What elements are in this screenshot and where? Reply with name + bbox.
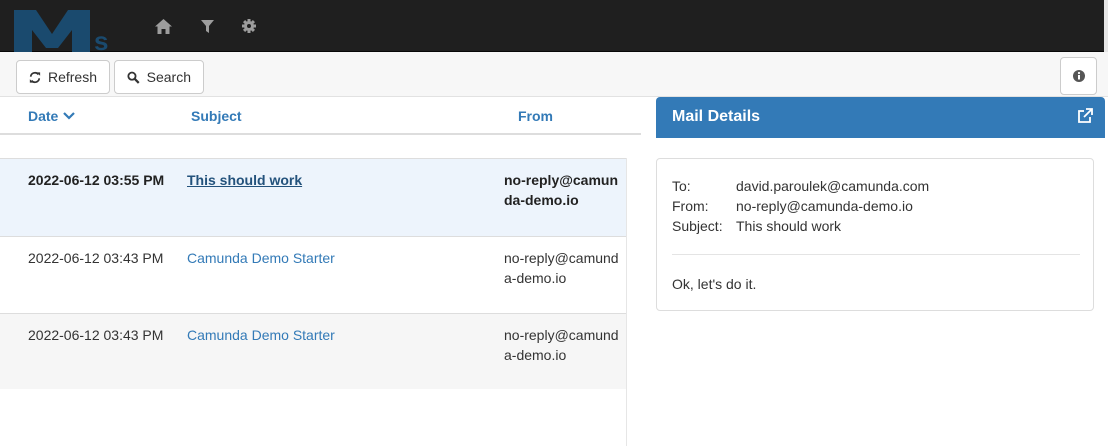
- from-label: From:: [672, 198, 709, 214]
- date-column-header[interactable]: Date: [28, 108, 76, 124]
- search-label: Search: [146, 69, 191, 85]
- home-icon[interactable]: [151, 14, 175, 38]
- subject-value: This should work: [736, 218, 842, 234]
- mail-details-title: Mail Details: [672, 108, 761, 125]
- mail-from: no-reply@camunda-demo.io: [504, 172, 619, 208]
- toolbar: Refresh Search: [0, 52, 1108, 97]
- chevron-down-icon: [63, 112, 76, 120]
- from-value: no-reply@camunda-demo.io: [736, 198, 913, 214]
- mail-from: no-reply@camunda-demo.io: [504, 250, 619, 286]
- refresh-label: Refresh: [47, 69, 97, 85]
- filter-icon[interactable]: [195, 14, 219, 38]
- subject-column-header[interactable]: Subject: [191, 108, 242, 124]
- pane-divider[interactable]: [626, 158, 641, 446]
- mail-details-panel: To: david.paroulek@camunda.com From: no-…: [656, 158, 1094, 311]
- refresh-button[interactable]: Refresh: [16, 60, 110, 94]
- search-icon: [127, 71, 140, 84]
- mail-date: 2022-06-12 03:55 PM: [28, 172, 165, 188]
- to-value: david.paroulek@camunda.com: [736, 178, 930, 194]
- mail-from: no-reply@camunda-demo.io: [504, 327, 619, 363]
- mail-row[interactable]: 2022-06-12 03:43 PM Camunda Demo Starter…: [0, 236, 627, 313]
- mail-row[interactable]: 2022-06-12 03:43 PM Camunda Demo Starter…: [0, 313, 627, 389]
- mail-list: 2022-06-12 03:55 PM This should work no-…: [0, 158, 627, 389]
- mail-date: 2022-06-12 03:43 PM: [28, 327, 164, 343]
- gear-icon[interactable]: [237, 14, 261, 38]
- date-header-label: Date: [28, 108, 59, 124]
- mail-meta: To: david.paroulek@camunda.com From: no-…: [672, 176, 929, 236]
- mail-body: Ok, let's do it.: [672, 276, 757, 292]
- mail-details-header: Mail Details: [656, 97, 1105, 138]
- mail-list-header: Date Subject From: [0, 97, 641, 135]
- mail-date: 2022-06-12 03:43 PM: [28, 250, 164, 266]
- scrollbar-edge: [1104, 0, 1108, 52]
- search-button[interactable]: Search: [114, 60, 204, 94]
- from-column-header[interactable]: From: [518, 108, 553, 124]
- meta-separator: [672, 254, 1080, 255]
- svg-text:s: s: [94, 26, 108, 52]
- to-label: To:: [672, 178, 691, 194]
- mail-subject-link[interactable]: Camunda Demo Starter: [187, 325, 335, 345]
- mail-row[interactable]: 2022-06-12 03:55 PM This should work no-…: [0, 158, 627, 236]
- external-link-icon[interactable]: [1077, 108, 1093, 124]
- info-icon: [1072, 70, 1085, 82]
- app-logo[interactable]: s: [14, 4, 124, 52]
- subject-label: Subject:: [672, 218, 723, 234]
- mail-subject-link[interactable]: This should work: [187, 170, 302, 190]
- mail-subject-link[interactable]: Camunda Demo Starter: [187, 248, 335, 268]
- refresh-icon: [29, 71, 41, 83]
- info-button[interactable]: [1060, 57, 1097, 95]
- top-navbar: s: [0, 0, 1108, 52]
